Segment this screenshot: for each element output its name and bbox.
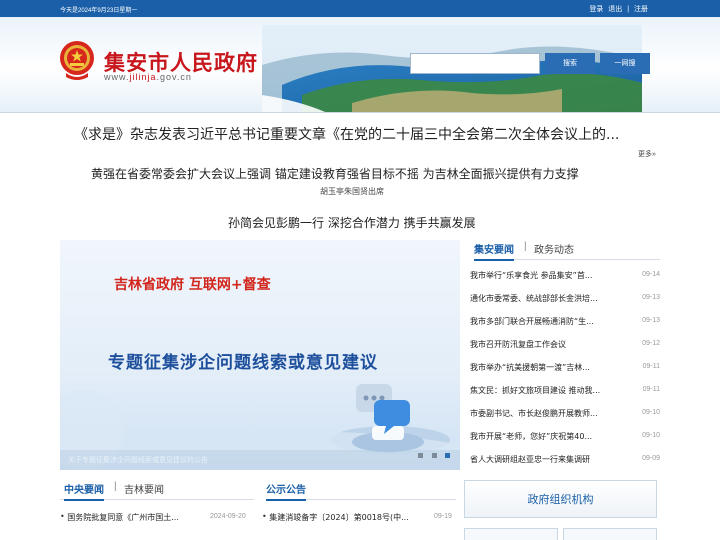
login-link[interactable]: 登录: [589, 6, 603, 13]
list-item[interactable]: 通化市委常委、统战部部长金洪培... 09-13: [470, 287, 662, 310]
news-date: 09-10: [642, 432, 660, 439]
news-tabs: 集安要闻 | 政务动态: [474, 238, 660, 261]
feature-carousel[interactable]: 吉林省政府 互联网+督查 专题征集涉企问题线索或意见建议 关于专题征集涉企问题线…: [60, 240, 460, 470]
news-list: 我市举行“乐享食光 参品集安”首... 09-14 通化市委常委、统战部部长金洪培…: [470, 264, 662, 471]
news-title: 我市多部门联合开展畅通消防“生...: [470, 317, 594, 326]
current-date: 今天是2024年9月23日星期一: [60, 8, 138, 14]
tab-separator: |: [114, 481, 117, 492]
news-date: 09-13: [642, 294, 660, 301]
tab-central-news[interactable]: 中央要闻: [64, 481, 104, 501]
quick-link-tile[interactable]: [563, 528, 657, 540]
account-links: 登录 退出 | 注册: [589, 4, 648, 14]
news-title: 国务院批复同意《广州市国土...: [67, 513, 179, 522]
notice-date: 09-19: [434, 513, 452, 520]
search-input[interactable]: [410, 53, 540, 74]
register-link[interactable]: 注册: [634, 6, 648, 13]
tab-public-notices[interactable]: 公示公告: [266, 481, 306, 501]
site-url-suffix: .gov.cn: [156, 72, 192, 82]
list-item[interactable]: • 国务院批复同意《广州市国土... 2024-09-20: [60, 512, 254, 523]
carousel-dots: [414, 445, 450, 463]
tab-government-news[interactable]: 政务动态: [534, 241, 574, 256]
news-title: 省人大调研组赵亚忠一行来集调研: [470, 455, 590, 464]
news-title: 我市召开防汛复盘工作会议: [470, 340, 566, 349]
news-title: 我市举办“抗美援朝第一渡”吉林...: [470, 363, 590, 372]
site-header: 集安市人民政府 www.jilinja.gov.cn 搜索 一网搜: [0, 17, 720, 113]
tab-jilin-news[interactable]: 吉林要闻: [124, 481, 164, 496]
headline-primary[interactable]: 《求是》杂志发表习近平总书记重要文章《在党的二十届三中全会第二次全体会议上的..…: [74, 124, 619, 144]
search-button[interactable]: 搜索: [545, 53, 595, 74]
site-url-domain: jilinja: [129, 72, 157, 82]
news-title: 我市开展“老师，您好”庆祝第40...: [470, 432, 593, 441]
headline-secondary[interactable]: 黄强在省委常委会扩大会议上强调 锚定建设教育强省目标不摇 为吉林全面振兴提供有力…: [91, 165, 579, 182]
news-date: 09-10: [642, 409, 660, 416]
government-organization-button[interactable]: 政府组织机构: [464, 480, 657, 518]
banner-title-blue: 专题征集涉企问题线索或意见建议: [108, 353, 378, 373]
list-item[interactable]: 我市开展“老师，您好”庆祝第40... 09-10: [470, 425, 662, 448]
list-item[interactable]: 市委副书记、市长赵俊鹏开展教师... 09-10: [470, 402, 662, 425]
list-item[interactable]: 我市举办“抗美援朝第一渡”吉林... 09-11: [470, 356, 662, 379]
quick-link-tile[interactable]: [464, 528, 558, 540]
news-date: 09-12: [642, 340, 660, 347]
site-url: www.jilinja.gov.cn: [104, 72, 192, 82]
carousel-dot[interactable]: [418, 453, 424, 458]
news-title: 我市举行“乐享食光 参品集安”首...: [470, 271, 593, 280]
bullet: •: [60, 512, 68, 521]
site-search-button[interactable]: 一网搜: [600, 53, 650, 74]
news-date: 2024-09-20: [210, 513, 246, 520]
news-title: 市委副书记、市长赵俊鹏开展教师...: [470, 409, 598, 418]
news-title: 通化市委常委、统战部部长金洪培...: [470, 294, 598, 303]
list-item[interactable]: 省人大调研组赵亚忠一行来集调研 09-09: [470, 448, 662, 471]
tab-separator: |: [524, 241, 527, 252]
banner-title-red: 吉林省政府 互联网+督查: [114, 277, 271, 293]
bullet: •: [262, 512, 270, 521]
notice-tabs: 公示公告: [266, 478, 456, 501]
list-item[interactable]: • 集建消竣备字〔2024〕第0018号(中... 09-19: [262, 512, 456, 523]
tab-jian-news[interactable]: 集安要闻: [474, 241, 514, 261]
list-item[interactable]: 我市举行“乐享食光 参品集安”首... 09-14: [470, 264, 662, 287]
news-date: 09-14: [642, 271, 660, 278]
headline-secondary-subtitle: 胡玉亭朱国贤出席: [320, 187, 384, 196]
banner-caption[interactable]: 关于专题征集涉企问题线索或意见建议的公告: [68, 455, 208, 465]
chat-bubbles-icon: [352, 384, 424, 452]
list-item[interactable]: 我市多部门联合开展畅通消防“生... 09-13: [470, 310, 662, 333]
list-item[interactable]: 焦文民：抓好文旅项目建设 推动我... 09-11: [470, 379, 662, 402]
site-url-prefix: www.: [104, 72, 130, 82]
link-separator: |: [627, 6, 630, 13]
news-date: 09-11: [642, 386, 660, 393]
notice-title: 集建消竣备字〔2024〕第0018号(中...: [269, 513, 409, 522]
carousel-dot[interactable]: [431, 453, 437, 458]
logout-link[interactable]: 退出: [608, 6, 622, 13]
national-emblem-icon: [60, 41, 94, 80]
news-date: 09-11: [642, 363, 660, 370]
carousel-dot-active[interactable]: [445, 453, 450, 458]
list-item[interactable]: 我市召开防汛复盘工作会议 09-12: [470, 333, 662, 356]
news-title: 焦文民：抓好文旅项目建设 推动我...: [470, 386, 601, 395]
headline-tertiary[interactable]: 孙简会见彭鹏一行 深挖合作潜力 携手共赢发展: [228, 214, 476, 231]
news-date: 09-13: [642, 317, 660, 324]
more-link[interactable]: 更多»: [638, 149, 656, 159]
news-date: 09-09: [642, 455, 660, 462]
central-news-tabs: 中央要闻 | 吉林要闻: [60, 478, 254, 501]
top-bar: 今天是2024年9月23日星期一 登录 退出 | 注册: [0, 0, 720, 17]
